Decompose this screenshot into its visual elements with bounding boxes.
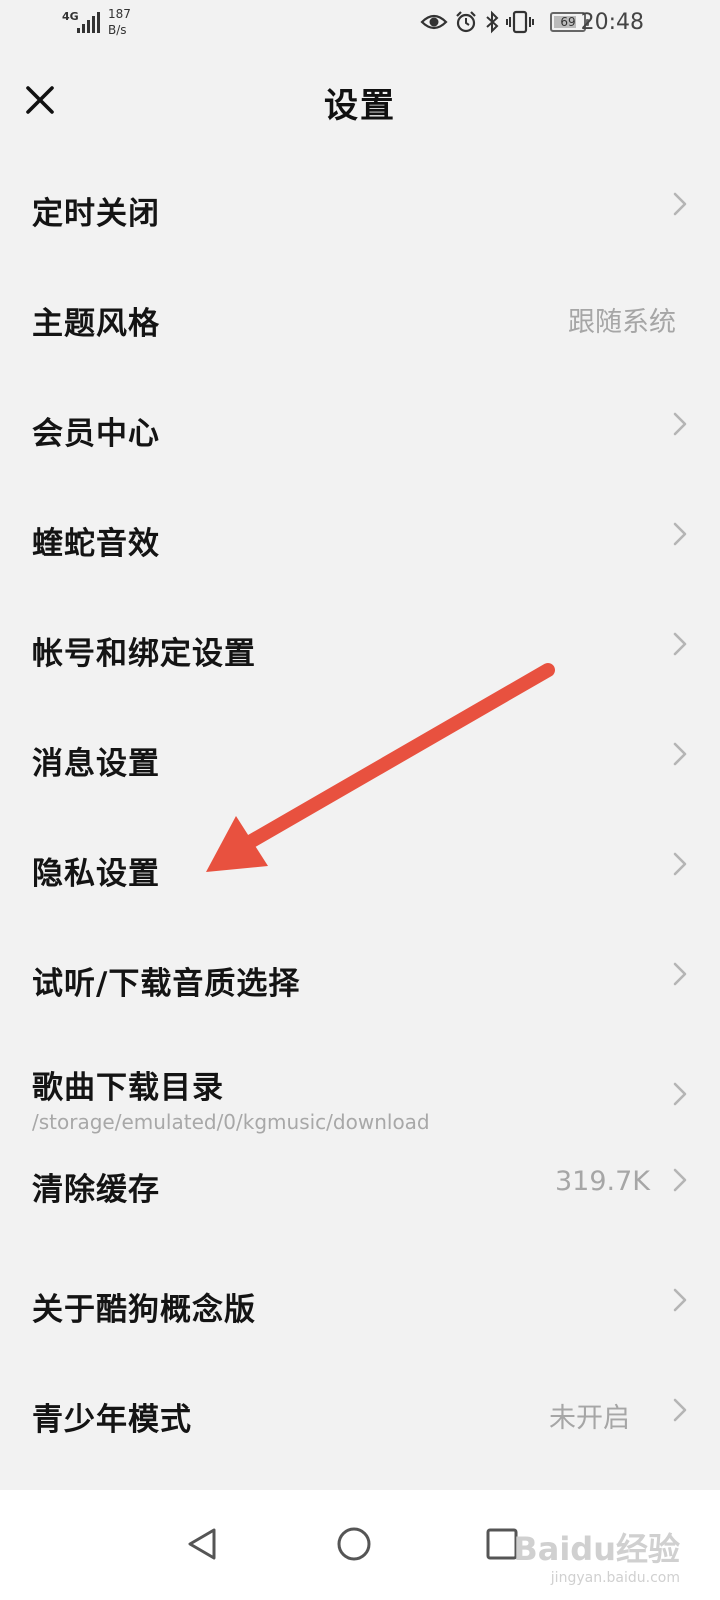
settings-item-label: 青少年模式	[32, 1402, 192, 1438]
settings-item-membership[interactable]: 会员中心	[0, 370, 720, 480]
chevron-right-icon	[673, 522, 687, 546]
settings-item-label: 消息设置	[32, 746, 160, 782]
settings-item-label: 帐号和绑定设置	[32, 636, 256, 672]
settings-item-timer-off[interactable]: 定时关闭	[0, 150, 720, 260]
battery-level: 69	[560, 15, 576, 29]
teen-mode-status: 未开启	[549, 1403, 630, 1434]
status-icons: 69	[420, 10, 589, 34]
watermark-logo: Baidu经验	[513, 1530, 680, 1568]
settings-item-label: 清除缓存	[32, 1172, 160, 1208]
chevron-right-icon	[673, 1288, 687, 1312]
home-button[interactable]	[324, 1514, 384, 1574]
speed-value: 187	[108, 7, 131, 21]
vibrate-icon	[506, 10, 534, 34]
settings-item-clear-cache[interactable]: 清除缓存 319.7K	[0, 1140, 720, 1260]
settings-item-account[interactable]: 帐号和绑定设置	[0, 590, 720, 700]
signal-icon: 4G	[62, 6, 102, 36]
download-path: /storage/emulated/0/kgmusic/download	[32, 1110, 430, 1134]
settings-item-messages[interactable]: 消息设置	[0, 700, 720, 810]
home-circle-icon	[337, 1527, 371, 1561]
status-time: 20:48	[580, 10, 644, 35]
chevron-right-icon	[673, 632, 687, 656]
cache-size: 319.7K	[554, 1166, 650, 1197]
back-button[interactable]	[172, 1514, 232, 1574]
chevron-right-icon	[673, 192, 687, 216]
chevron-right-icon	[673, 1398, 687, 1422]
theme-value: 跟随系统	[568, 307, 676, 338]
eye-icon	[420, 14, 448, 30]
settings-item-label: 试听/下载音质选择	[32, 966, 301, 1002]
bluetooth-icon	[486, 10, 499, 34]
chevron-right-icon	[673, 1168, 687, 1192]
watermark-url: jingyan.baidu.com	[550, 1570, 680, 1586]
chevron-right-icon	[673, 962, 687, 986]
settings-item-label: 蝰蛇音效	[32, 526, 160, 562]
settings-item-teen-mode[interactable]: 青少年模式 未开启	[0, 1370, 720, 1480]
settings-list: 定时关闭 主题风格 跟随系统 会员中心 蝰蛇音效 帐号和绑定设置 消息设置 隐私…	[0, 150, 720, 1480]
back-triangle-icon	[188, 1528, 216, 1560]
header: 设置	[0, 60, 720, 140]
settings-item-label: 关于酷狗概念版	[32, 1292, 256, 1328]
system-nav-bar: Baidu经验 jingyan.baidu.com	[0, 1490, 720, 1600]
settings-item-label: 会员中心	[32, 416, 160, 452]
page-title: 设置	[324, 86, 396, 126]
chevron-right-icon	[673, 1082, 687, 1106]
speed-unit: B/s	[108, 23, 127, 37]
settings-item-label: 主题风格	[32, 306, 160, 342]
settings-item-audio-quality[interactable]: 试听/下载音质选择	[0, 920, 720, 1030]
settings-item-label: 定时关闭	[32, 196, 160, 232]
chevron-right-icon	[673, 742, 687, 766]
settings-item-label: 隐私设置	[32, 856, 160, 892]
settings-item-label: 歌曲下载目录	[32, 1070, 224, 1106]
settings-item-about[interactable]: 关于酷狗概念版	[0, 1260, 720, 1370]
settings-item-theme[interactable]: 主题风格 跟随系统	[0, 260, 720, 370]
alarm-icon	[456, 11, 476, 33]
settings-item-viper-sound[interactable]: 蝰蛇音效	[0, 480, 720, 590]
chevron-right-icon	[673, 852, 687, 876]
chevron-right-icon	[673, 412, 687, 436]
status-bar: 4G 187 B/s 69 20:48	[0, 0, 720, 50]
status-left: 4G 187 B/s	[62, 6, 131, 38]
settings-item-privacy[interactable]: 隐私设置	[0, 810, 720, 920]
network-speed: 187 B/s	[108, 6, 131, 38]
settings-item-download-dir[interactable]: 歌曲下载目录 /storage/emulated/0/kgmusic/downl…	[0, 1030, 720, 1140]
